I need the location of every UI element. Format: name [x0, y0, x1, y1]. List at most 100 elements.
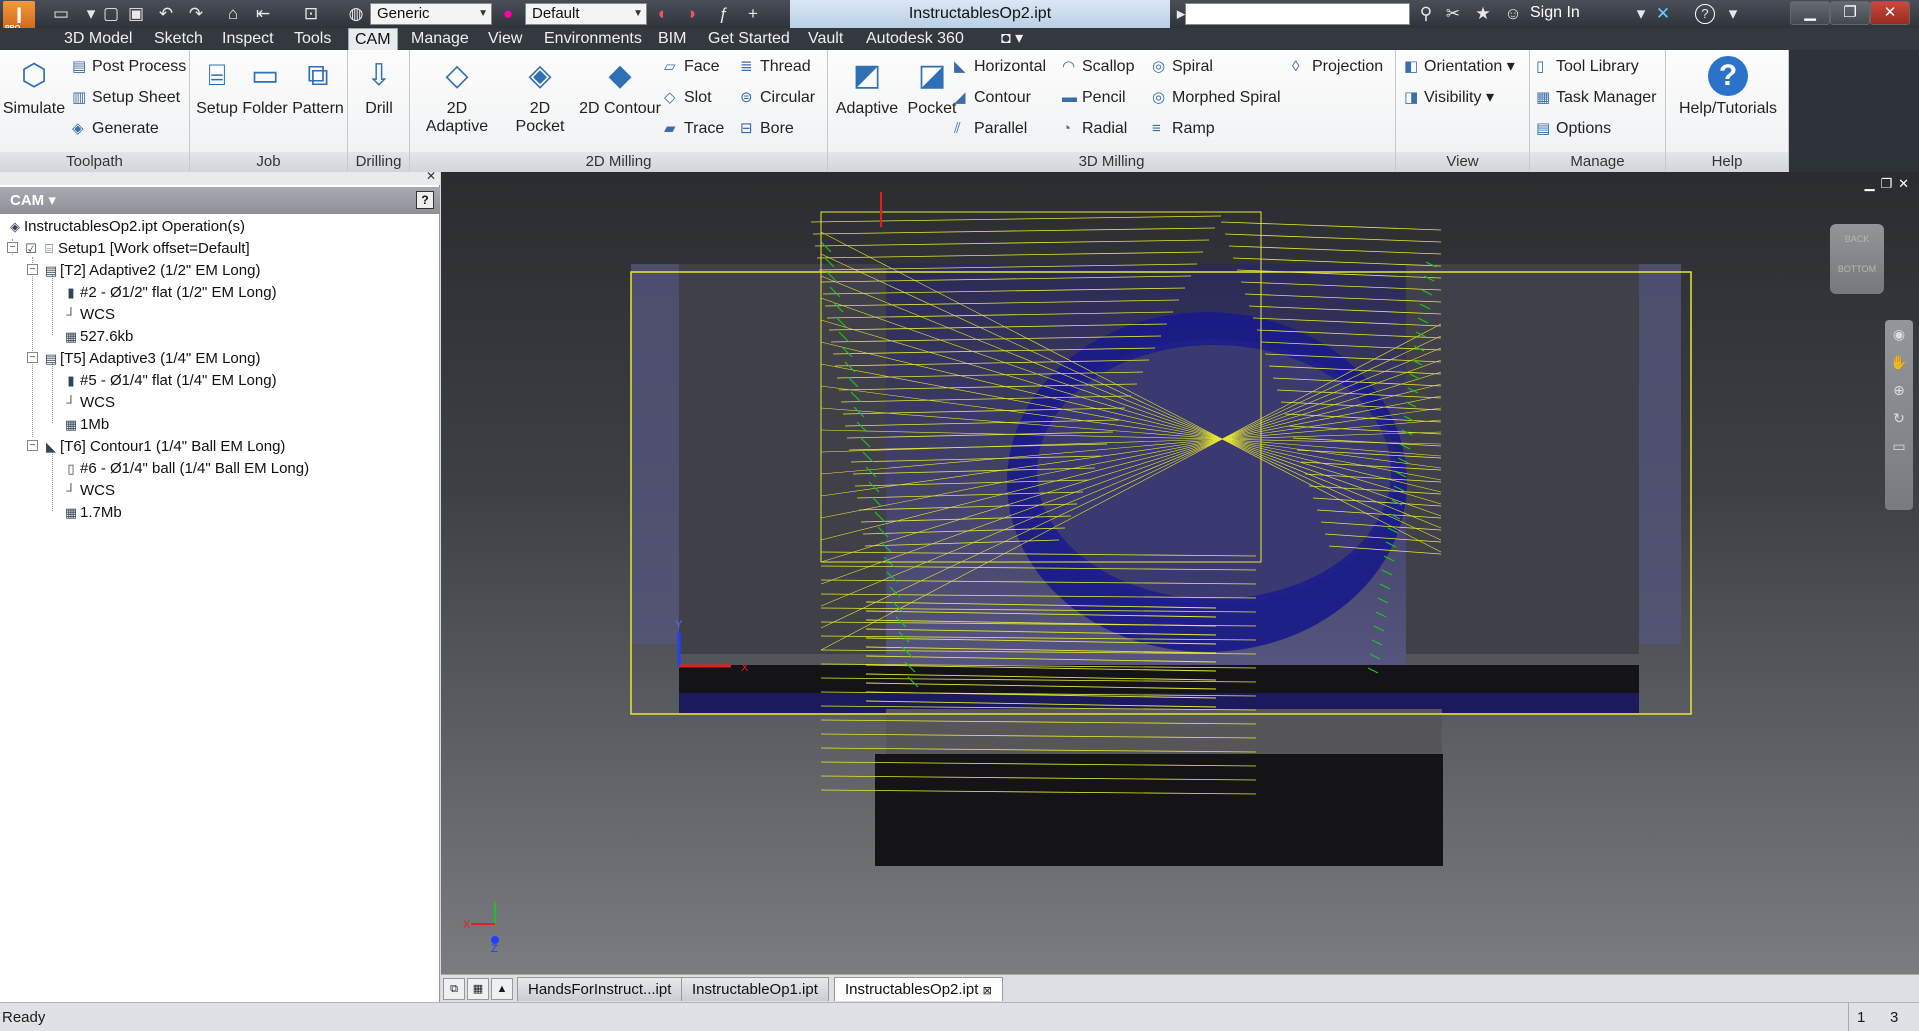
- task-manager-button[interactable]: ▦ Task Manager: [1536, 86, 1657, 110]
- circular-button[interactable]: ⊜ Circular: [740, 86, 815, 110]
- tab-environments[interactable]: Environments: [538, 28, 648, 50]
- tree-tool[interactable]: ▮ #5 - Ø1/4" flat (1/4" EM Long): [62, 370, 276, 392]
- tile-windows-icon[interactable]: ▦: [467, 978, 489, 1000]
- doc-tab-op2[interactable]: InstructablesOp2.ipt ⊠: [834, 977, 1003, 1001]
- morphed-spiral-button[interactable]: ◎ Morphed Spiral: [1152, 86, 1281, 110]
- help-tutorials-button[interactable]: ? Help/Tutorials: [1672, 54, 1784, 118]
- dropdown-icon[interactable]: ▾: [80, 3, 102, 25]
- favorites-star-icon[interactable]: ★: [1472, 3, 1494, 25]
- visibility-dropdown[interactable]: ◨ Visibility ▾: [1404, 86, 1494, 110]
- checkbox-checked-icon[interactable]: ☑: [22, 238, 40, 260]
- close-button[interactable]: ✕: [1870, 1, 1910, 25]
- folder-button[interactable]: ▭ Folder: [242, 54, 288, 118]
- panel-label-2d-milling[interactable]: 2D Milling: [410, 152, 827, 172]
- radial-button[interactable]: ◔ Radial: [1062, 117, 1127, 141]
- tree-toolpath-size[interactable]: ▦ 1.7Mb: [62, 502, 122, 524]
- viewcube[interactable]: BACK BOTTOM: [1830, 224, 1884, 294]
- contour-button[interactable]: ◢ Contour: [954, 86, 1031, 110]
- ribbon-display-toggle-icon[interactable]: ◘ ▾: [995, 28, 1029, 50]
- pencil-button[interactable]: ▬ Pencil: [1062, 86, 1126, 110]
- slot-button[interactable]: ◇ Slot: [664, 86, 712, 110]
- tree-setup[interactable]: ☑ ⌸ Setup1 [Work offset=Default]: [22, 238, 249, 260]
- tab-vault[interactable]: Vault: [802, 28, 849, 50]
- tree-operation-adaptive3[interactable]: ▤ [T5] Adaptive3 (1/4" EM Long): [42, 348, 261, 370]
- drill-button[interactable]: ⇩ Drill: [354, 54, 404, 118]
- tree-tool[interactable]: ▯ #6 - Ø1/4" ball (1/4" Ball EM Long): [62, 458, 309, 480]
- panel-label-view[interactable]: View: [1396, 152, 1529, 172]
- save-icon[interactable]: ▣: [125, 3, 147, 25]
- simulate-button[interactable]: ⬡ Simulate: [2, 54, 66, 118]
- ramp-button[interactable]: ≡ Ramp: [1152, 117, 1215, 141]
- tab-bim[interactable]: BIM: [652, 28, 692, 50]
- search-icon[interactable]: ⚲: [1415, 3, 1437, 25]
- subscription-icon[interactable]: ✂: [1442, 3, 1464, 25]
- options-button[interactable]: ▤ Options: [1536, 117, 1611, 141]
- panel-label-job[interactable]: Job: [190, 152, 347, 172]
- new-file-icon[interactable]: ▭: [50, 3, 72, 25]
- tab-inspect[interactable]: Inspect: [216, 28, 280, 50]
- add-icon[interactable]: +: [742, 3, 764, 25]
- close-tab-icon[interactable]: ⊠: [983, 985, 992, 997]
- zoom-icon[interactable]: ⊕: [1885, 382, 1913, 404]
- cam-browser-header[interactable]: CAM ▾?: [0, 187, 440, 214]
- doc-tab-op1[interactable]: InstructableOp1.ipt: [681, 977, 829, 1001]
- chevron-down-icon[interactable]: ▾: [1630, 3, 1652, 25]
- tool-library-button[interactable]: ▯ Tool Library: [1536, 55, 1639, 79]
- document-list-icon[interactable]: ▲: [491, 978, 513, 1000]
- panel-label-drilling[interactable]: Drilling: [348, 152, 409, 172]
- tab-get-started[interactable]: Get Started: [702, 28, 796, 50]
- clear-appearance-icon[interactable]: ◑: [680, 3, 702, 25]
- material-icon[interactable]: ◍: [345, 3, 367, 25]
- adaptive-button[interactable]: ◩ Adaptive: [832, 54, 902, 118]
- tree-wcs[interactable]: ┘ WCS: [62, 304, 115, 326]
- generate-button[interactable]: ◈ Generate: [72, 117, 159, 141]
- adjust-appearance-icon[interactable]: ◐: [652, 3, 674, 25]
- bore-button[interactable]: ⊟ Bore: [740, 117, 794, 141]
- horizontal-button[interactable]: ◣ Horizontal: [954, 55, 1046, 79]
- projection-button[interactable]: ◊ Projection: [1292, 55, 1383, 79]
- tab-autodesk-360[interactable]: Autodesk 360: [860, 28, 970, 50]
- help-icon[interactable]: ?: [416, 191, 434, 209]
- tab-manage[interactable]: Manage: [405, 28, 475, 50]
- tree-tool[interactable]: ▮ #2 - Ø1/2" flat (1/2" EM Long): [62, 282, 276, 304]
- material-combo[interactable]: Generic ▼: [370, 3, 492, 25]
- parameters-icon[interactable]: ƒ: [712, 3, 734, 25]
- tab-cam[interactable]: CAM: [348, 28, 398, 50]
- tab-sketch[interactable]: Sketch: [148, 28, 209, 50]
- tab-tools[interactable]: Tools: [288, 28, 337, 50]
- scallop-button[interactable]: ◠ Scallop: [1062, 55, 1134, 79]
- appearance-combo[interactable]: Default ▼: [525, 3, 647, 25]
- parallel-button[interactable]: ⫽ Parallel: [954, 117, 1027, 141]
- tab-3d-model[interactable]: 3D Model: [58, 28, 138, 50]
- pan-hand-icon[interactable]: ✋: [1885, 354, 1913, 376]
- pattern-button[interactable]: ⧉ Pattern: [290, 54, 346, 118]
- tree-wcs[interactable]: ┘ WCS: [62, 480, 115, 502]
- post-process-button[interactable]: ▤ Post Process: [72, 55, 186, 79]
- tree-toolpath-size[interactable]: ▦ 527.6kb: [62, 326, 134, 348]
- doc-tab-hands[interactable]: HandsForInstruct...ipt: [517, 977, 683, 1001]
- sign-in-link[interactable]: Sign In: [1530, 4, 1580, 22]
- home-icon[interactable]: ⌂: [222, 3, 244, 25]
- exchange-icon[interactable]: ✕: [1652, 3, 1674, 25]
- close-icon[interactable]: ✕: [426, 169, 436, 183]
- tree-operation-contour1[interactable]: ◣ [T6] Contour1 (1/4" Ball EM Long): [42, 436, 285, 458]
- collapse-toggle[interactable]: −: [7, 242, 18, 253]
- panel-label-toolpath[interactable]: Toolpath: [0, 152, 189, 172]
- 2d-contour-button[interactable]: ◆ 2D Contour: [578, 54, 662, 118]
- viewcube-bottom-face[interactable]: BOTTOM: [1830, 254, 1884, 284]
- collapse-toggle[interactable]: −: [27, 264, 38, 275]
- cascade-windows-icon[interactable]: ⧉: [443, 978, 465, 1000]
- tree-wcs[interactable]: ┘ WCS: [62, 392, 115, 414]
- minimize-button[interactable]: ▁: [1790, 1, 1830, 25]
- trace-button[interactable]: ▰ Trace: [664, 117, 724, 141]
- 2d-pocket-button[interactable]: ◈ 2D Pocket: [504, 54, 576, 136]
- tree-root[interactable]: ◈ InstructablesOp2.ipt Operation(s): [6, 216, 245, 238]
- panel-label-help[interactable]: Help: [1666, 152, 1788, 172]
- collapse-toggle[interactable]: −: [27, 440, 38, 451]
- look-at-icon[interactable]: ▭: [1885, 438, 1913, 460]
- setup-sheet-button[interactable]: ▥ Setup Sheet: [72, 86, 180, 110]
- undo-icon[interactable]: ↶: [155, 3, 177, 25]
- tree-toolpath-size[interactable]: ▦ 1Mb: [62, 414, 109, 436]
- redo-icon[interactable]: ↷: [185, 3, 207, 25]
- tab-view[interactable]: View: [482, 28, 528, 50]
